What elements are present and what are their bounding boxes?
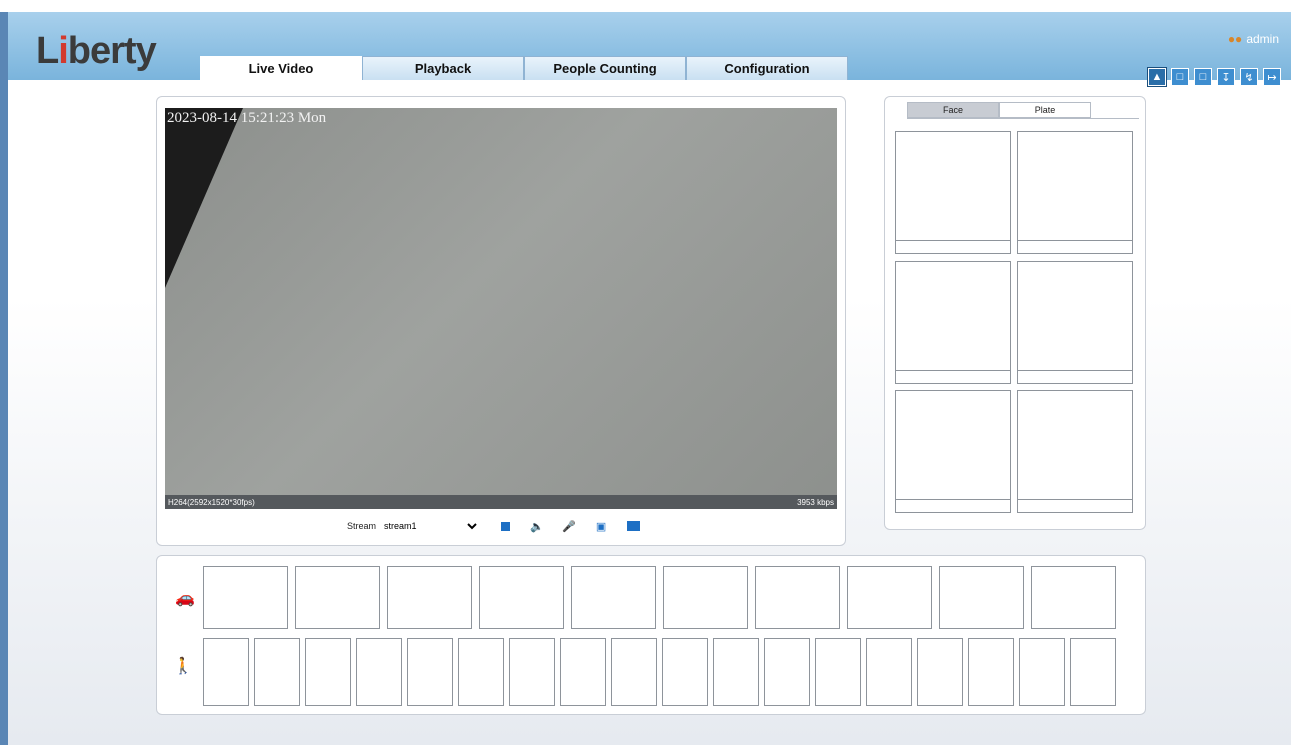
vehicle-snapshot[interactable] — [479, 566, 564, 629]
vehicle-snapshot[interactable] — [295, 566, 380, 629]
vehicle-snapshot[interactable] — [939, 566, 1024, 629]
snapshot-file-icon[interactable]: □ — [1194, 68, 1212, 86]
capture-thumbnail[interactable] — [895, 261, 1011, 384]
nonvehicle-snapshot[interactable] — [1070, 638, 1116, 706]
capture-caption — [1018, 499, 1132, 512]
tab-live-video[interactable]: Live Video — [200, 56, 362, 80]
user-info[interactable]: ●● admin — [1228, 32, 1279, 46]
nonvehicle-snapshot[interactable] — [203, 638, 249, 706]
user-group-icon: ●● — [1227, 32, 1243, 46]
capture-thumbnail[interactable] — [895, 131, 1011, 254]
fullscreen-icon[interactable] — [626, 519, 640, 533]
stream-label: Stream — [347, 521, 377, 531]
audio-mute-icon[interactable]: 🔈 — [530, 519, 544, 533]
nonvehicle-snapshot[interactable] — [815, 638, 861, 706]
capture-thumbnail[interactable] — [1017, 131, 1133, 254]
pedestrian-bicycle-icon: 🚶 — [173, 658, 193, 675]
snapshot-icon[interactable]: ▣ — [594, 519, 608, 533]
live-alarm-icon[interactable]: ▲ — [1147, 67, 1167, 87]
nonvehicle-snapshot[interactable] — [407, 638, 453, 706]
vehicle-snapshot[interactable] — [1031, 566, 1116, 629]
vehicle-snapshot[interactable] — [387, 566, 472, 629]
capture-caption — [1018, 370, 1132, 383]
video-shadow-region — [165, 108, 243, 288]
capture-caption — [896, 240, 1010, 253]
vehicle-snapshot[interactable] — [663, 566, 748, 629]
nonvehicle-snapshot[interactable] — [764, 638, 810, 706]
password-icon[interactable]: ↯ — [1240, 68, 1258, 86]
window-frame-left — [0, 12, 8, 745]
vehicle-snapshot[interactable] — [755, 566, 840, 629]
tab-playback[interactable]: Playback — [362, 56, 524, 80]
stream-info: H264(2592x1520*30fps) — [168, 497, 255, 507]
capture-panel: Face Plate — [884, 96, 1146, 530]
nonvehicle-snapshot[interactable] — [968, 638, 1014, 706]
nonvehicle-snapshot[interactable] — [917, 638, 963, 706]
video-status-bar: H264(2592x1520*30fps) 3953 kbps — [165, 495, 837, 509]
tab-underline — [907, 118, 1139, 119]
capture-thumbnail[interactable] — [1017, 390, 1133, 513]
tab-face[interactable]: Face — [907, 102, 999, 118]
capture-caption — [896, 370, 1010, 383]
video-controls: Stream stream1 🔈 🎤 ▣ — [347, 516, 640, 536]
osd-timestamp: 2023-08-14 15:21:23 Mon — [167, 110, 327, 126]
video-viewport[interactable]: 2023-08-14 15:21:23 Mon H264(2592x1520*3… — [165, 108, 837, 509]
nonvehicle-snapshot[interactable] — [1019, 638, 1065, 706]
logout-icon[interactable]: ↦ — [1263, 68, 1281, 86]
tab-plate[interactable]: Plate — [999, 102, 1091, 118]
stream-select[interactable]: stream1 — [380, 518, 481, 534]
nonvehicle-snapshot[interactable] — [866, 638, 912, 706]
mic-mute-icon[interactable]: 🎤 — [562, 519, 576, 533]
username-label: admin — [1246, 32, 1279, 46]
capture-thumbnail[interactable] — [895, 390, 1011, 513]
download-icon[interactable]: ↧ — [1217, 68, 1235, 86]
live-video-panel: 2023-08-14 15:21:23 Mon H264(2592x1520*3… — [156, 96, 846, 546]
nonvehicle-snapshot[interactable] — [662, 638, 708, 706]
vehicle-snapshot[interactable] — [847, 566, 932, 629]
liberty-logo: Liberty — [36, 30, 157, 72]
capture-caption — [896, 499, 1010, 512]
record-icon[interactable]: □ — [1171, 68, 1189, 86]
nonvehicle-snapshot[interactable] — [356, 638, 402, 706]
nonvehicle-snapshot[interactable] — [458, 638, 504, 706]
nonvehicle-snapshot[interactable] — [254, 638, 300, 706]
nonvehicle-snapshot[interactable] — [560, 638, 606, 706]
capture-caption — [1018, 240, 1132, 253]
stop-icon[interactable] — [498, 519, 512, 533]
tab-configuration[interactable]: Configuration — [686, 56, 848, 80]
bitrate: 3953 kbps — [797, 497, 834, 507]
capture-tabs: Face Plate — [907, 102, 1091, 118]
tab-people-counting[interactable]: People Counting — [524, 56, 686, 80]
nonvehicle-snapshot[interactable] — [509, 638, 555, 706]
nonvehicle-snapshot[interactable] — [713, 638, 759, 706]
vehicle-snapshot[interactable] — [571, 566, 656, 629]
nonvehicle-snapshot[interactable] — [305, 638, 351, 706]
nonvehicle-snapshot[interactable] — [611, 638, 657, 706]
car-icon: 🚗 — [175, 590, 195, 607]
snapshot-strip: 🚗 🚶 — [156, 555, 1146, 715]
vehicle-snapshot[interactable] — [203, 566, 288, 629]
toolbar: ▲ □ □ ↧ ↯ ↦ — [1147, 67, 1281, 87]
main-tabs: Live Video Playback People Counting Conf… — [200, 56, 848, 80]
capture-thumbnail[interactable] — [1017, 261, 1133, 384]
